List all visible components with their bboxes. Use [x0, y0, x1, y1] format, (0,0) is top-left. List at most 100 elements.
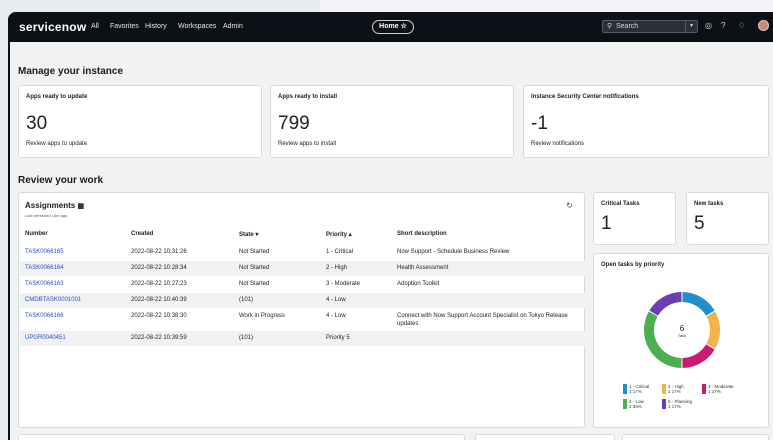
top-nav: servicenow All Favorites History Workspa…	[8, 12, 773, 42]
card-label: Instance Security Center notifications	[531, 94, 639, 100]
legend-percent: 33%	[632, 404, 642, 409]
card-value: 799	[278, 113, 310, 134]
card-link[interactable]: Review apps to install	[278, 141, 336, 147]
chevron-down-icon[interactable]: ▾	[685, 21, 697, 32]
nav-menu-workspaces[interactable]: Workspaces	[178, 23, 216, 30]
priority-cell: 1 - Critical	[326, 249, 354, 255]
card-label: New tasks	[694, 201, 724, 207]
table-row[interactable]: UPGR0040451 2022-08-22 10:39:59 (101) Prior…	[20, 331, 585, 346]
new-tasks-card[interactable]: New tasks 5	[686, 192, 769, 245]
state-cell: Not Started	[239, 265, 270, 271]
search-input[interactable]: ⚲ Search ▾	[602, 20, 698, 33]
created-cell: 2022-08-22 10:27:23	[131, 281, 187, 287]
legend-item-stats: 1 17%	[708, 389, 721, 394]
assignments-subtitle: Last refreshed 14m ago.	[25, 213, 69, 218]
column-header-priority[interactable]: Priority ▴	[326, 231, 352, 238]
servicenow-logo[interactable]: servicenow	[19, 20, 86, 34]
refresh-icon[interactable]: ↻	[566, 201, 573, 210]
legend-item-stats: 1 17%	[629, 389, 642, 394]
legend-swatch	[662, 399, 666, 409]
description-cell: Connect with Now Support Account Special…	[397, 313, 568, 319]
table-row[interactable]: CMDBTASK0001001 2022-08-22 10:40:39 (101) 4…	[20, 293, 585, 308]
card-link[interactable]: Review apps to update	[26, 141, 87, 147]
card-apps-install[interactable]: Apps ready to install 799 Review apps to…	[270, 85, 514, 158]
manage-section-title: Manage your instance	[18, 66, 124, 77]
priority-cell: 3 - Moderate	[326, 281, 361, 287]
legend-swatch	[623, 399, 627, 409]
donut-slice-1[interactable]	[682, 292, 715, 316]
donut-slice-2[interactable]	[706, 311, 720, 349]
created-cell: 2022-08-22 10:39:59	[131, 335, 187, 341]
app-window: servicenow All Favorites History Workspa…	[8, 12, 773, 440]
created-cell: 2022-08-22 10:40:39	[131, 297, 187, 303]
background-top	[0, 0, 773, 12]
nav-menu-favorites[interactable]: Favorites	[110, 23, 139, 30]
column-header-state[interactable]: State ▾	[239, 231, 258, 238]
lower-panel-left	[18, 434, 465, 440]
state-cell: (101)	[239, 335, 254, 341]
home-button[interactable]: Home ☆	[372, 20, 414, 34]
donut-slice-4[interactable]	[644, 311, 682, 368]
priority-cell: 2 - High	[326, 265, 348, 271]
state-cell: Not Started	[239, 281, 270, 287]
task-number-link[interactable]: TASK0066164	[25, 265, 64, 271]
task-number-link[interactable]: TASK0066166	[25, 313, 64, 319]
created-cell: 2022-08-22 10:31:26	[131, 249, 187, 255]
task-number-link[interactable]: UPGR0040451	[25, 335, 66, 341]
lower-panel-right	[622, 434, 769, 440]
description-cell: Now Support - Schedule Business Review	[397, 249, 510, 255]
list-icon[interactable]: ▦	[77, 203, 84, 210]
legend-percent: 17%	[671, 389, 681, 394]
nav-menu-admin[interactable]: Admin	[223, 23, 243, 30]
card-label: Apps ready to update	[26, 94, 88, 100]
legend-percent: 17%	[671, 404, 681, 409]
task-number-link[interactable]: TASK0066165	[25, 249, 64, 255]
card-link[interactable]: Review notifications	[531, 141, 584, 147]
lower-panel-middle	[475, 434, 615, 440]
avatar[interactable]	[758, 20, 769, 31]
card-value: 1	[601, 213, 612, 234]
card-security-notifications[interactable]: Instance Security Center notifications -…	[523, 85, 769, 158]
table-row[interactable]: TASK0066163 2022-08-22 10:27:23 Not Starte…	[20, 277, 585, 292]
donut-slice-3[interactable]	[682, 344, 715, 368]
state-cell: Work in Progress	[239, 313, 285, 319]
table-row[interactable]: TASK0066166 2022-08-22 10:38:30 Work in Pr…	[20, 309, 585, 330]
nav-menu-all[interactable]: All	[91, 23, 99, 30]
priority-cell: Priority 5	[326, 335, 350, 341]
priority-cell: 4 - Low	[326, 313, 346, 319]
legend-item-stats: 2 33%	[629, 404, 642, 409]
state-cell: Not Started	[239, 249, 270, 255]
card-value: -1	[531, 113, 548, 134]
task-number-link[interactable]: TASK0066163	[25, 281, 64, 287]
legend-swatch	[662, 384, 666, 394]
card-value: 5	[694, 213, 705, 234]
help-icon[interactable]: ?	[721, 21, 725, 30]
column-header-short-description[interactable]: Short description	[397, 231, 447, 237]
assignments-panel: Assignments ▦ Last refreshed 14m ago. ↻ …	[18, 192, 585, 428]
column-header-created[interactable]: Created	[131, 231, 153, 237]
nav-menu-history[interactable]: History	[145, 23, 167, 30]
table-row[interactable]: TASK0066165 2022-08-22 10:31:26 Not Starte…	[20, 245, 585, 260]
donut-slice-5[interactable]	[649, 292, 682, 316]
column-header-number[interactable]: Number	[25, 231, 48, 237]
created-cell: 2022-08-22 10:28:34	[131, 265, 187, 271]
task-number-link[interactable]: CMDBTASK0001001	[25, 297, 81, 303]
legend-swatch	[702, 384, 706, 394]
legend-percent: 17%	[711, 389, 721, 394]
legend-item-stats: 1 17%	[668, 404, 681, 409]
card-label: Critical Tasks	[601, 201, 640, 207]
description-cell: Health Assessment	[397, 265, 449, 271]
card-label: Apps ready to install	[278, 94, 338, 100]
search-icon: ⚲	[607, 23, 613, 30]
card-apps-update[interactable]: Apps ready to update 30 Review apps to u…	[18, 85, 262, 158]
legend-swatch	[623, 384, 627, 394]
open-tasks-priority-card: Open tasks by priority 6 Task 1 - Critica…	[593, 253, 769, 428]
legend-item-stats: 1 17%	[668, 389, 681, 394]
donut-center-value: 6	[680, 324, 685, 333]
bell-icon[interactable]: ♢	[738, 21, 745, 30]
table-row[interactable]: TASK0066164 2022-08-22 10:28:34 Not Starte…	[20, 261, 585, 276]
globe-icon[interactable]: ◎	[705, 21, 712, 30]
main-content: Manage your instance Apps ready to updat…	[10, 42, 773, 440]
card-value: 30	[26, 113, 48, 134]
critical-tasks-card[interactable]: Critical Tasks 1	[593, 192, 676, 245]
